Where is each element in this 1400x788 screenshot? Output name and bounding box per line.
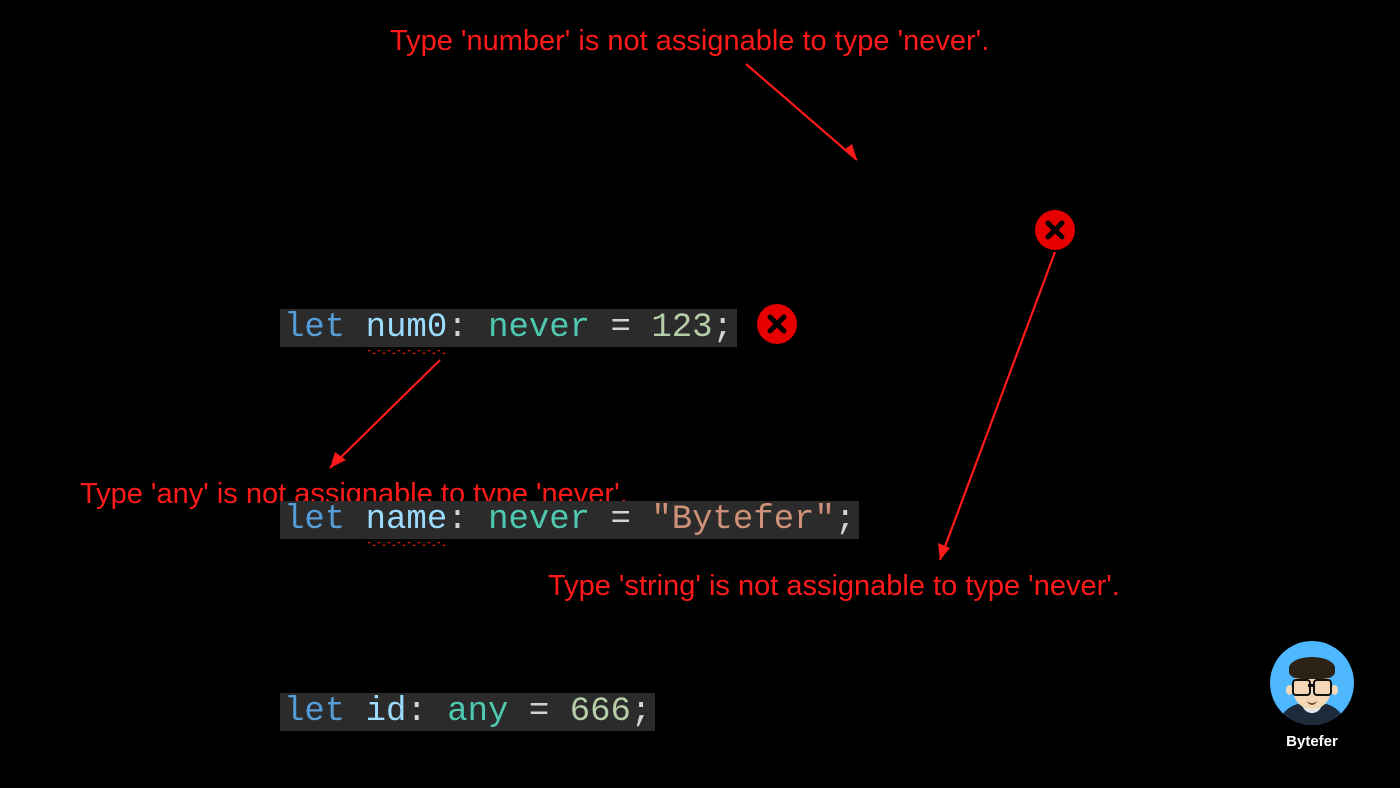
var-num0: num0	[366, 304, 448, 352]
slide-canvas: Type 'number' is not assignable to type …	[0, 0, 1400, 788]
code-block: let num0: never = 123; let name: never =…	[280, 160, 859, 788]
error-badge-icon	[757, 304, 797, 344]
var-name: name	[366, 496, 448, 544]
literal-123: 123	[651, 309, 712, 347]
annotation-number-error: Type 'number' is not assignable to type …	[390, 25, 989, 58]
author-name: Bytefer	[1270, 733, 1354, 750]
keyword-let: let	[284, 693, 345, 731]
author-badge: Bytefer	[1270, 641, 1354, 750]
var-id: id	[366, 693, 407, 731]
type-never: never	[488, 501, 590, 539]
literal-666: 666	[570, 693, 631, 731]
literal-bytefer: "Bytefer"	[651, 501, 835, 539]
keyword-let: let	[284, 501, 345, 539]
type-any: any	[447, 693, 508, 731]
code-line-1: let name: never = "Bytefer";	[280, 496, 859, 544]
error-badge-icon	[1035, 210, 1075, 250]
type-never: never	[488, 309, 590, 347]
keyword-let: let	[284, 309, 345, 347]
code-line-0: let num0: never = 123;	[280, 304, 859, 352]
author-avatar-icon	[1270, 641, 1354, 725]
code-line-2: let id: any = 666;	[280, 688, 859, 736]
